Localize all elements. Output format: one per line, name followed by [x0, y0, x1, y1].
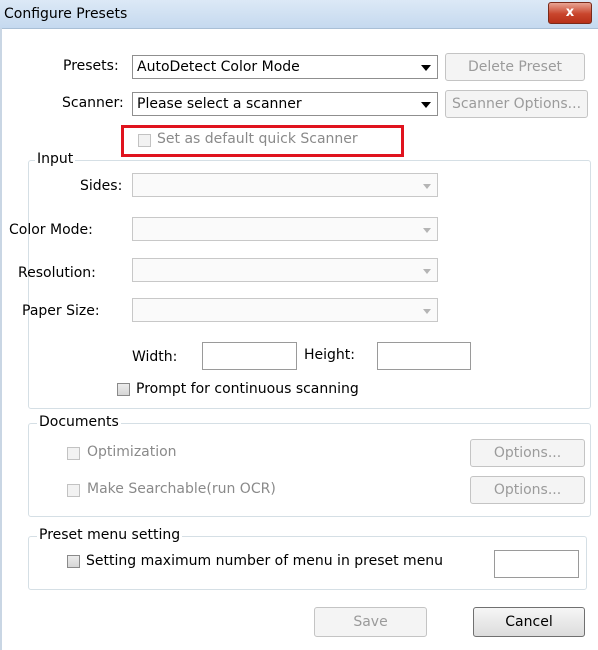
presets-label: Presets:: [63, 58, 119, 74]
max-menu-label: Setting maximum number of menu in preset…: [86, 553, 444, 569]
color-mode-label: Color Mode:: [9, 222, 93, 238]
sides-dropdown[interactable]: [132, 173, 438, 197]
chevron-down-icon: [423, 184, 431, 189]
default-quick-scanner-label: Set as default quick Scanner: [157, 131, 358, 147]
window-title: Configure Presets: [4, 6, 128, 22]
chevron-down-icon: [423, 228, 431, 233]
chevron-down-icon: [423, 309, 431, 314]
chevron-down-icon: [421, 102, 431, 108]
configure-presets-dialog: Configure Presets x Presets: AutoDetect …: [0, 0, 598, 650]
input-group: [28, 160, 591, 409]
width-label: Width:: [132, 349, 178, 365]
color-mode-dropdown[interactable]: [132, 217, 438, 241]
scanner-selected-value: Please select a scanner: [137, 96, 302, 112]
scanner-label: Scanner:: [62, 95, 124, 111]
optimization-label: Optimization: [87, 444, 177, 460]
presets-dropdown[interactable]: AutoDetect Color Mode: [132, 55, 438, 79]
chevron-down-icon: [423, 269, 431, 274]
window-border: [0, 28, 2, 650]
optimization-checkbox[interactable]: [67, 447, 80, 460]
make-searchable-label: Make Searchable(run OCR): [87, 481, 276, 497]
resolution-dropdown[interactable]: [132, 258, 438, 282]
height-label: Height:: [304, 347, 355, 363]
continuous-scanning-checkbox[interactable]: [117, 383, 130, 396]
paper-size-dropdown[interactable]: [132, 298, 438, 322]
delete-preset-button[interactable]: Delete Preset: [445, 53, 585, 81]
chevron-down-icon: [421, 65, 431, 71]
title-bar: Configure Presets x: [0, 0, 598, 29]
scanner-dropdown[interactable]: Please select a scanner: [132, 92, 438, 116]
max-menu-field[interactable]: [494, 550, 579, 578]
documents-legend: Documents: [37, 414, 121, 430]
continuous-scanning-label: Prompt for continuous scanning: [136, 381, 359, 397]
paper-size-label: Paper Size:: [22, 303, 100, 319]
make-searchable-checkbox[interactable]: [67, 484, 80, 497]
sides-label: Sides:: [80, 178, 123, 194]
max-menu-checkbox[interactable]: [67, 555, 80, 568]
presets-selected-value: AutoDetect Color Mode: [137, 59, 300, 75]
default-quick-scanner-checkbox[interactable]: [138, 134, 151, 147]
resolution-label: Resolution:: [18, 265, 96, 281]
close-icon: x: [565, 5, 575, 20]
scanner-options-button[interactable]: Scanner Options...: [445, 90, 588, 118]
preset-menu-legend: Preset menu setting: [37, 527, 183, 543]
cancel-button[interactable]: Cancel: [473, 607, 585, 637]
optimization-options-button[interactable]: Options...: [470, 439, 585, 467]
save-button[interactable]: Save: [314, 607, 427, 637]
input-legend: Input: [35, 151, 76, 167]
width-field[interactable]: [202, 342, 297, 370]
height-field[interactable]: [377, 342, 471, 370]
close-button[interactable]: x: [548, 2, 592, 24]
ocr-options-button[interactable]: Options...: [470, 476, 585, 504]
